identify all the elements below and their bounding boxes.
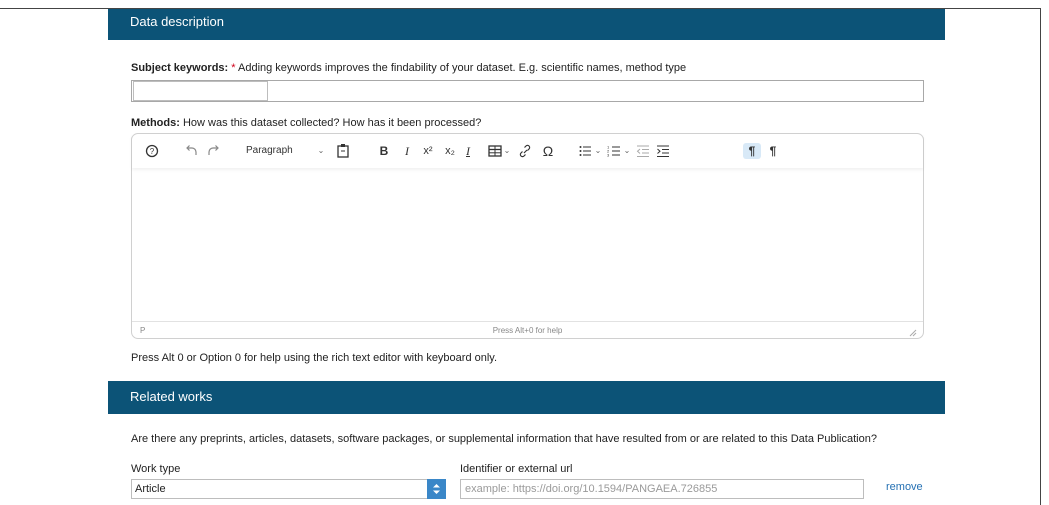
block-format-dropdown[interactable]: Paragraph xyxy=(246,143,306,159)
help-circle-icon[interactable]: ? xyxy=(144,143,160,159)
superscript-button[interactable]: x² xyxy=(419,143,437,159)
indent-icon[interactable] xyxy=(656,143,670,159)
italic-button[interactable]: I xyxy=(401,143,413,159)
left-to-right-button[interactable]: ¶ xyxy=(743,143,761,159)
keywords-hint: Adding keywords improves the findability… xyxy=(238,62,687,74)
editor-content-area[interactable] xyxy=(132,168,923,320)
editor-keyboard-help-note: Press Alt 0 or Option 0 for help using t… xyxy=(131,352,498,364)
methods-hint: How was this dataset collected? How has … xyxy=(182,117,482,129)
identifier-label: Identifier or external url xyxy=(460,463,573,475)
methods-label: Methods: xyxy=(131,117,180,129)
frame-right-border xyxy=(1040,8,1041,505)
outdent-icon[interactable] xyxy=(636,143,650,159)
related-works-header: Related works xyxy=(108,381,945,414)
select-spinner-icon[interactable] xyxy=(427,479,446,499)
keywords-label: Subject keywords: xyxy=(131,62,229,74)
table-chevron-down-icon[interactable]: ⌄ xyxy=(503,143,511,159)
methods-label-row: Methods: How was this dataset collected?… xyxy=(131,117,481,129)
block-format-chevron-down-icon[interactable]: ⌄ xyxy=(316,143,326,159)
editor-toolbar: ? Paragraph ⌄ B I x² x₂ I ⌄ Ω ⌄ 123 ⌄ ¶ … xyxy=(132,134,923,168)
bullet-list-chevron-down-icon[interactable]: ⌄ xyxy=(594,143,602,159)
numbered-list-chevron-down-icon[interactable]: ⌄ xyxy=(623,143,631,159)
remove-link[interactable]: remove xyxy=(886,481,923,493)
work-type-select[interactable]: Article xyxy=(131,479,446,499)
paste-icon[interactable] xyxy=(336,143,352,159)
clear-formatting-button[interactable]: I xyxy=(461,143,475,159)
bullet-list-icon[interactable] xyxy=(578,143,592,159)
right-to-left-button[interactable]: ¶ xyxy=(766,143,780,159)
link-icon[interactable] xyxy=(518,143,532,159)
subscript-button[interactable]: x₂ xyxy=(441,143,459,159)
table-icon[interactable] xyxy=(487,143,503,159)
editor-help-hint: Press Alt+0 for help xyxy=(492,326,563,335)
related-works-question: Are there any preprints, articles, datas… xyxy=(131,433,877,445)
svg-text:?: ? xyxy=(150,147,155,156)
data-description-header: Data description xyxy=(108,9,945,40)
required-asterisk: * xyxy=(231,62,236,74)
special-character-button[interactable]: Ω xyxy=(540,143,556,159)
identifier-input[interactable] xyxy=(460,479,864,499)
numbered-list-icon[interactable]: 123 xyxy=(607,143,621,159)
bold-button[interactable]: B xyxy=(378,143,390,159)
keywords-input[interactable] xyxy=(133,81,268,101)
editor-statusbar: P Press Alt+0 for help xyxy=(132,321,923,340)
methods-rich-text-editor: ? Paragraph ⌄ B I x² x₂ I ⌄ Ω ⌄ 123 ⌄ ¶ … xyxy=(131,133,924,339)
redo-icon[interactable] xyxy=(207,143,221,159)
undo-icon[interactable] xyxy=(184,143,198,159)
keywords-label-row: Subject keywords: * Adding keywords impr… xyxy=(131,62,686,74)
resize-handle-icon[interactable] xyxy=(909,329,917,337)
work-type-label: Work type xyxy=(131,463,181,475)
svg-text:3: 3 xyxy=(607,153,610,158)
